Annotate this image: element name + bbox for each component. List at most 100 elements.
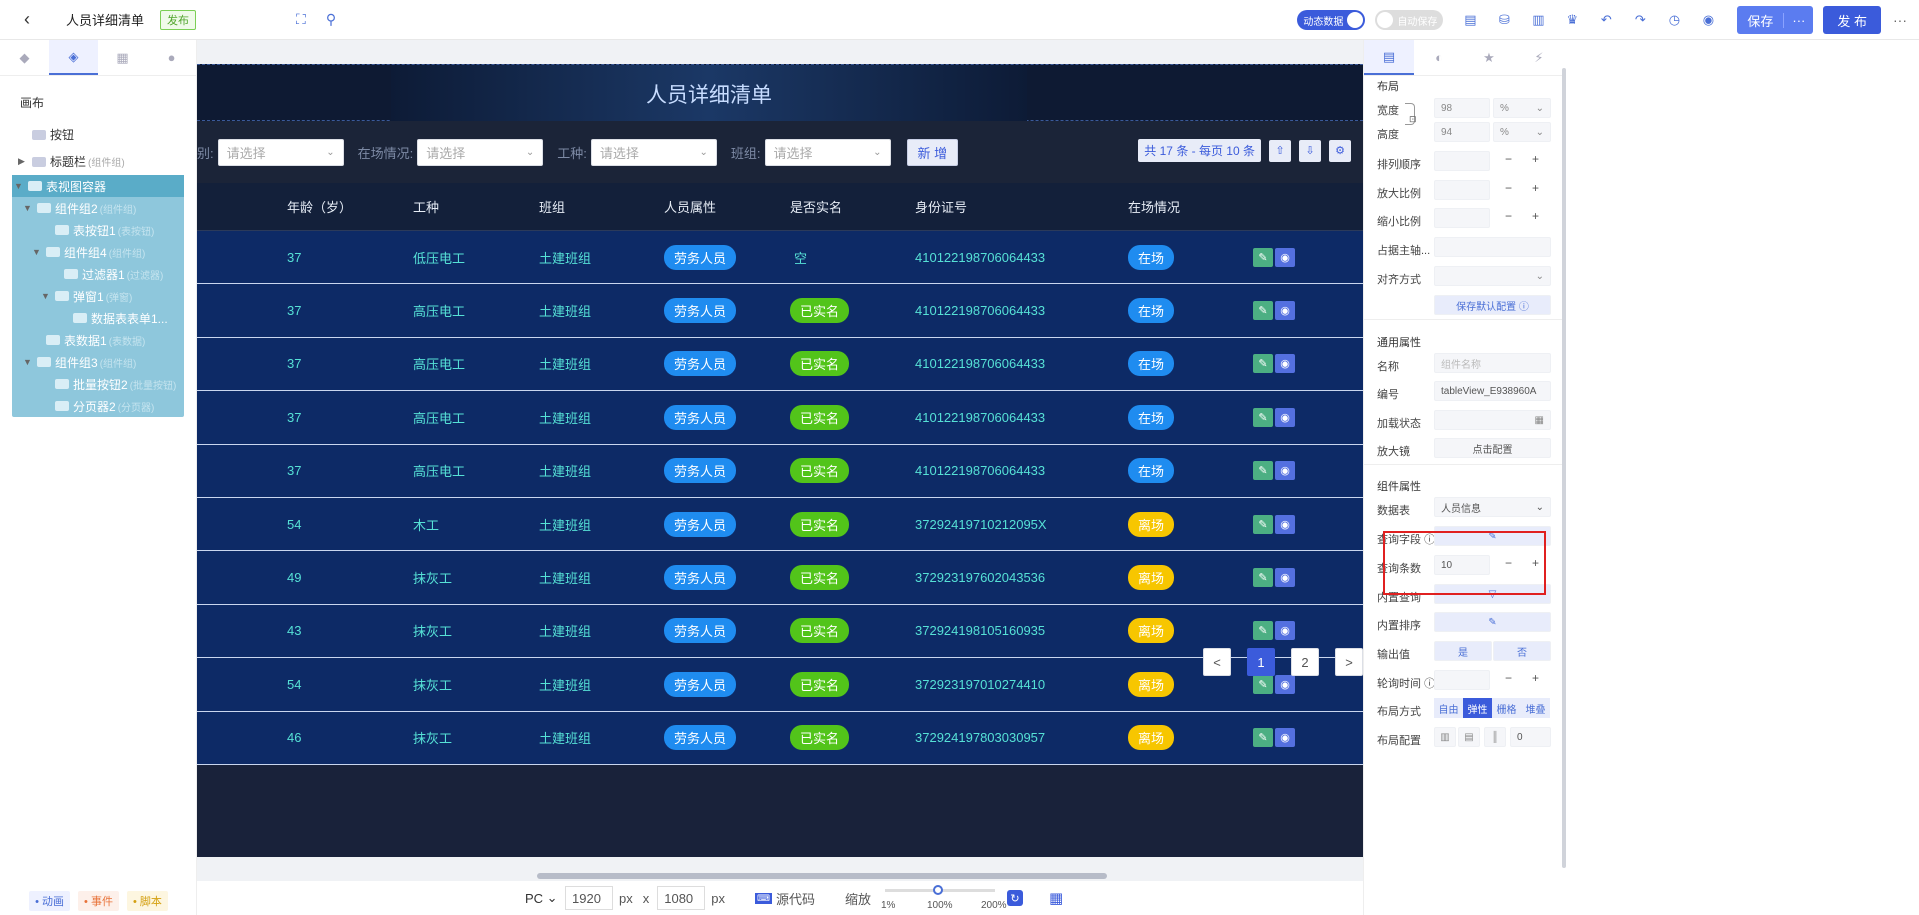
layer-tree-item[interactable]: ▼ 弹窗1 (弹窗) [12, 285, 184, 307]
main-axis-input[interactable] [1434, 237, 1551, 257]
table-row[interactable]: 37 高压电工 土建班组 劳务人员 已实名 410122198706064433 在场 ✎ ◉ [197, 444, 1363, 498]
chart-icon[interactable]: ▥ [1530, 12, 1546, 28]
shirt-icon[interactable]: ♛ [1564, 12, 1580, 28]
layout-split-icon[interactable]: ║ [1484, 727, 1506, 747]
chevron-left-icon[interactable]: ‹ [24, 9, 42, 30]
autosave-toggle[interactable]: 自动保存 [1375, 10, 1444, 30]
sitemap-icon[interactable]: ⚲ [326, 11, 336, 28]
grid-icon[interactable]: ▦ [1049, 889, 1063, 907]
event-tab[interactable]: • 事件 [78, 891, 119, 911]
zoom-handle[interactable] [933, 885, 943, 895]
add-button[interactable]: 新 增 [906, 138, 959, 166]
plus-icon[interactable]: + [1532, 152, 1539, 166]
fullscreen-icon[interactable]: ⛶ [296, 11, 306, 28]
minus-icon[interactable]: − [1505, 671, 1512, 685]
more-icon[interactable]: ··· [1893, 12, 1907, 28]
edit-icon[interactable]: ✎ [1253, 674, 1273, 694]
horizontal-scrollbar[interactable] [537, 873, 1107, 879]
view-eye-icon[interactable]: ◉ [1275, 301, 1295, 321]
edit-icon[interactable]: ✎ [1253, 514, 1273, 534]
output-no-option[interactable]: 否 [1493, 641, 1551, 661]
layer-tree-item[interactable]: ▼ 组件组2 (组件组) [12, 197, 184, 219]
layer-tree-item[interactable]: 批量按钮2 (批量按钮) [12, 373, 184, 395]
tree-arrow-icon[interactable]: ▼ [23, 357, 33, 367]
table-row[interactable]: 37 高压电工 土建班组 劳务人员 已实名 410122198706064433 在场 ✎ ◉ [197, 284, 1363, 338]
poll-time-input[interactable] [1434, 670, 1490, 690]
table-row[interactable]: 46 抹灰工 土建班组 劳务人员 已实名 372924197803030957 离场 ✎ ◉ [197, 711, 1363, 765]
column-header[interactable]: 人员属性 [664, 197, 716, 216]
layout-column-icon[interactable]: ▥ [1434, 727, 1456, 747]
download-icon[interactable]: ⇩ [1299, 139, 1321, 162]
animation-tab[interactable]: • 动画 [29, 891, 71, 911]
preview-eye-icon[interactable]: ◉ [1700, 12, 1716, 28]
modules-tab-icon[interactable]: ▦ [98, 40, 147, 75]
order-input[interactable] [1434, 151, 1490, 171]
edit-icon[interactable]: ✎ [1253, 354, 1273, 374]
layer-tree-item[interactable]: 表按钮1 (表按钮) [12, 219, 184, 241]
layout-config-input[interactable]: 0 [1510, 727, 1551, 747]
view-eye-icon[interactable]: ◉ [1275, 407, 1295, 427]
publish-button[interactable]: 发 布 [1823, 6, 1881, 34]
save-button[interactable]: 保存 ··· [1737, 6, 1814, 34]
layers-tab-icon[interactable]: ◈ [49, 40, 98, 75]
view-eye-icon[interactable]: ◉ [1275, 514, 1295, 534]
layout-mode-option[interactable]: 弹性 [1463, 698, 1492, 718]
column-header[interactable]: 身份证号 [915, 197, 967, 216]
tree-arrow-icon[interactable]: ▶ [18, 156, 28, 167]
export-icon[interactable]: ⇧ [1269, 139, 1291, 162]
components-tab-icon[interactable]: ◆ [0, 40, 49, 75]
tree-arrow-icon[interactable]: ▼ [41, 291, 51, 301]
source-code-button[interactable]: 源代码 [776, 889, 815, 908]
width-unit-select[interactable]: % ⌄ [1493, 98, 1551, 118]
save-more-button[interactable]: ··· [1783, 12, 1813, 28]
favorite-tab-icon[interactable]: ★ [1464, 40, 1514, 75]
filter-select[interactable]: 请选择 ⌄ [590, 138, 717, 166]
column-header[interactable]: 班组 [539, 197, 565, 216]
zoom-slider[interactable]: 1% 100% 200% [881, 881, 1007, 915]
page-button[interactable]: 2 [1291, 648, 1319, 676]
dynamic-data-toggle[interactable]: 动态数据 [1297, 10, 1366, 30]
style-tab-icon[interactable]: ◐ [1414, 40, 1464, 75]
design-canvas[interactable]: 人员详细清单 别: 请选择 ⌄ 在场情况: 请选择 ⌄ 工种: 请选择 ⌄ 班组: 请选择 ⌄ 新 增 … [197, 40, 1363, 915]
zoom-out-input[interactable] [1434, 208, 1490, 228]
device-select[interactable]: PC ⌄ [519, 886, 559, 910]
layer-tree-item[interactable]: 按钮 [0, 121, 196, 148]
plus-icon[interactable]: + [1532, 181, 1539, 195]
undo-icon[interactable]: ↶ [1598, 12, 1614, 28]
edit-icon[interactable]: ✎ [1253, 728, 1273, 748]
output-yes-option[interactable]: 是 [1434, 641, 1492, 661]
settings-icon[interactable]: ⚙ [1329, 139, 1351, 162]
table-row[interactable]: 49 抹灰工 土建班组 劳务人员 已实名 372923197602043536 离场 ✎ ◉ [197, 551, 1363, 605]
view-eye-icon[interactable]: ◉ [1275, 568, 1295, 588]
plus-icon[interactable]: + [1532, 209, 1539, 223]
layer-tree-item[interactable]: 数据表表单1... [12, 307, 184, 329]
table-row[interactable]: 37 高压电工 土建班组 劳务人员 已实名 410122198706064433 在场 ✎ ◉ [197, 337, 1363, 392]
property-panel-scrollbar[interactable] [1562, 68, 1566, 868]
user-tab-icon[interactable]: ● [147, 40, 196, 75]
height-unit-select[interactable]: % ⌄ [1493, 122, 1551, 142]
layout-row-icon[interactable]: ▤ [1458, 727, 1480, 747]
layout-mode-option[interactable]: 堆叠 [1521, 698, 1550, 718]
database-icon[interactable]: ⛁ [1496, 12, 1512, 28]
column-header[interactable]: 是否实名 [790, 197, 842, 216]
script-tab[interactable]: • 脚本 [126, 891, 168, 911]
layer-tree-item[interactable]: 过滤器1 (过滤器) [12, 263, 184, 285]
reset-zoom-icon[interactable]: ↻ [1007, 890, 1023, 906]
layer-tree-item[interactable]: ▼ 组件组4 (组件组) [12, 241, 184, 263]
layer-tree-item[interactable]: ▼ 组件组3 (组件组) [12, 351, 184, 373]
minus-icon[interactable]: − [1505, 209, 1512, 223]
name-input[interactable]: 组件名称 [1434, 353, 1551, 373]
tree-arrow-icon[interactable]: ▼ [14, 181, 24, 191]
filter-select[interactable]: 请选择 ⌄ [417, 138, 544, 166]
view-eye-icon[interactable]: ◉ [1275, 461, 1295, 481]
canvas-width-input[interactable]: 1920 [565, 886, 613, 910]
layer-tree-item[interactable]: ▶ 标题栏 (组件组) [0, 148, 196, 175]
align-select[interactable]: ⌄ [1434, 266, 1551, 286]
edit-icon[interactable]: ✎ [1253, 621, 1273, 641]
page-button[interactable]: 1 [1247, 648, 1275, 676]
table-row[interactable]: 54 木工 土建班组 劳务人员 已实名 37292419710212095X 离场 ✎ ◉ [197, 497, 1363, 552]
layer-tree-item[interactable]: 表数据1 (表数据) [12, 329, 184, 351]
view-eye-icon[interactable]: ◉ [1275, 728, 1295, 748]
table-row[interactable]: 43 抹灰工 土建班组 劳务人员 已实名 372924198105160935 离场 ✎ ◉ [197, 604, 1363, 659]
table-row[interactable]: 37 高压电工 土建班组 劳务人员 已实名 410122198706064433 在场 ✎ ◉ [197, 391, 1363, 445]
